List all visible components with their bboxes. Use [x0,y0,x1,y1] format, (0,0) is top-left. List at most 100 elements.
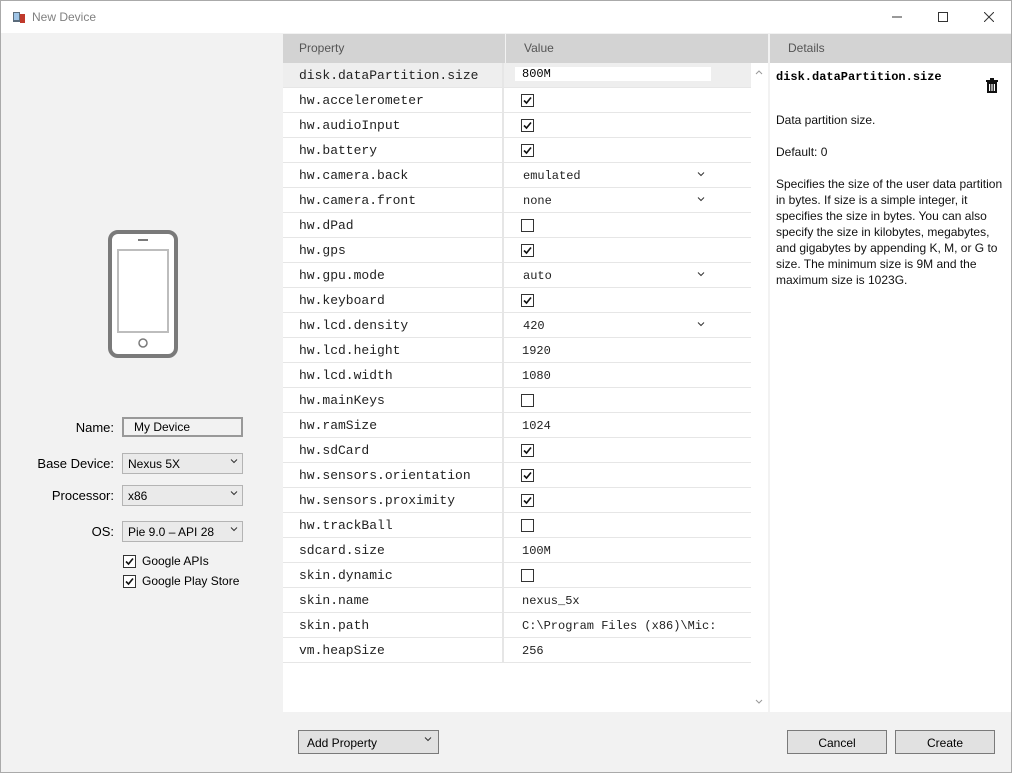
add-property-button[interactable]: Add Property [298,730,439,754]
column-divider [502,388,504,413]
close-icon [984,12,994,22]
property-row[interactable]: hw.mainKeys [283,388,751,413]
property-row[interactable]: sdcard.size 100M [283,538,751,563]
chevron-down-icon[interactable] [697,170,705,178]
google-apis-checkbox[interactable]: Google APIs [123,554,209,568]
property-name: skin.dynamic [299,568,393,583]
property-row[interactable]: vm.heapSize 256 [283,638,751,663]
property-value[interactable]: 1024 [522,419,551,433]
property-row[interactable]: hw.sensors.orientation [283,463,751,488]
scroll-down-icon[interactable] [755,699,763,705]
property-name: hw.lcd.height [299,343,401,358]
property-row[interactable]: hw.sdCard [283,438,751,463]
property-row[interactable]: hw.sensors.proximity [283,488,751,513]
property-value[interactable]: 100M [522,544,551,558]
create-button[interactable]: Create [895,730,995,754]
name-input[interactable]: My Device [122,417,243,437]
checkbox-unchecked[interactable] [521,394,534,407]
column-header-property[interactable]: Property [283,34,506,63]
window-title: New Device [32,10,97,24]
checkbox-checked[interactable] [521,294,534,307]
maximize-button[interactable] [920,1,966,33]
property-row[interactable]: hw.lcd.width 1080 [283,363,751,388]
trash-icon[interactable] [986,78,998,93]
property-row[interactable]: hw.trackBall [283,513,751,538]
checkbox-unchecked[interactable] [521,219,534,232]
property-row[interactable]: hw.ramSize 1024 [283,413,751,438]
property-name: hw.camera.back [299,168,409,183]
cancel-button[interactable]: Cancel [787,730,887,754]
new-device-window: New Device Name: My Device Base Device: … [0,0,1012,773]
property-row[interactable]: hw.gps [283,238,751,263]
checkbox-unchecked[interactable] [521,569,534,582]
checkbox-checked[interactable] [123,554,136,568]
checkbox-checked[interactable] [521,494,534,507]
column-divider [502,338,504,363]
property-row[interactable]: skin.dynamic [283,563,751,588]
checkbox-checked[interactable] [521,94,534,107]
phone-device-icon [108,230,178,358]
column-divider [502,638,504,663]
checkbox-unchecked[interactable] [521,519,534,532]
minimize-button[interactable] [874,1,920,33]
column-divider [502,438,504,463]
property-row[interactable]: hw.audioInput [283,113,751,138]
checkbox-checked[interactable] [123,574,136,588]
property-value[interactable]: C:\Program Files (x86)\Mic: [522,619,716,633]
os-value: Pie 9.0 – API 28 [128,525,215,539]
processor-value: x86 [128,489,148,503]
property-row[interactable]: hw.keyboard [283,288,751,313]
checkmark-icon [523,471,532,480]
checkmark-icon [523,146,532,155]
property-value-select[interactable]: auto [523,269,552,283]
scroll-up-icon[interactable] [755,69,763,75]
checkbox-checked[interactable] [521,444,534,457]
column-divider [502,363,504,388]
property-row[interactable]: hw.camera.front none [283,188,751,213]
property-value[interactable]: 1920 [522,344,551,358]
property-row[interactable]: skin.name nexus_5x [283,588,751,613]
checkmark-icon [523,246,532,255]
property-row[interactable]: disk.dataPartition.size 800M [283,63,751,88]
property-value[interactable]: 1080 [522,369,551,383]
chevron-down-icon[interactable] [697,320,705,328]
property-row[interactable]: hw.gpu.mode auto [283,263,751,288]
checkbox-checked[interactable] [521,244,534,257]
property-name: skin.path [299,618,370,633]
base-device-select[interactable]: Nexus 5X [122,453,243,474]
property-row[interactable]: hw.lcd.density 420 [283,313,751,338]
checkmark-icon [523,96,532,105]
google-play-checkbox[interactable]: Google Play Store [123,574,239,588]
checkbox-checked[interactable] [521,144,534,157]
property-row[interactable]: skin.path C:\Program Files (x86)\Mic: [283,613,751,638]
column-divider [502,413,504,438]
vertical-scrollbar[interactable] [751,63,768,712]
close-button[interactable] [966,1,1012,33]
property-row[interactable]: hw.camera.back emulated [283,163,751,188]
details-description: Specifies the size of the user data part… [776,177,1003,287]
details-summary: Data partition size. [776,113,876,127]
property-value[interactable]: nexus_5x [522,594,580,608]
property-row[interactable]: hw.lcd.height 1920 [283,338,751,363]
property-row[interactable]: hw.battery [283,138,751,163]
column-divider [502,463,504,488]
checkbox-checked[interactable] [521,119,534,132]
add-property-label: Add Property [307,736,378,750]
property-value[interactable]: 256 [522,644,544,658]
property-value-select[interactable]: emulated [523,169,581,183]
os-select[interactable]: Pie 9.0 – API 28 [122,521,243,542]
base-device-value: Nexus 5X [128,457,181,471]
column-header-value[interactable]: Value [506,34,768,63]
chevron-down-icon[interactable] [697,270,705,278]
property-name: hw.ramSize [299,418,378,433]
chevron-down-icon[interactable] [697,195,705,203]
property-value-select[interactable]: none [523,194,552,208]
property-name: hw.battery [299,143,378,158]
checkbox-checked[interactable] [521,469,534,482]
property-row[interactable]: hw.dPad [283,213,751,238]
property-value-select[interactable]: 420 [523,319,545,333]
processor-select[interactable]: x86 [122,485,243,506]
property-value-input[interactable]: 800M [515,67,711,81]
column-divider [502,588,504,613]
property-row[interactable]: hw.accelerometer [283,88,751,113]
